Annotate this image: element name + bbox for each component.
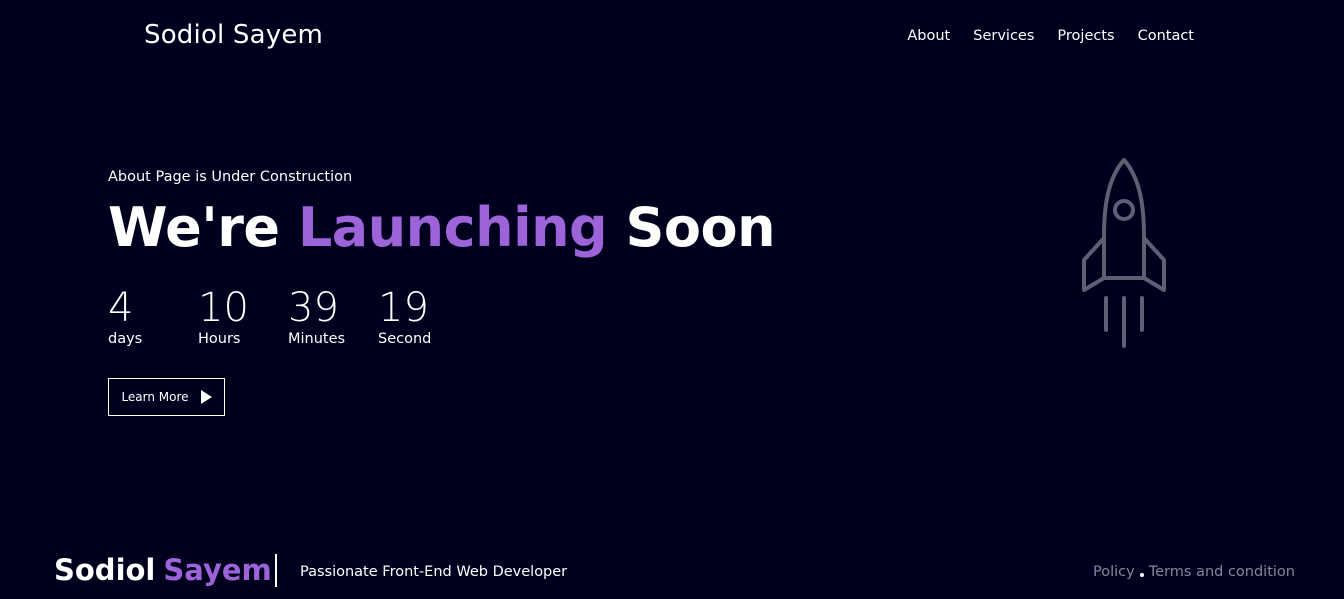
terms-link[interactable]: Terms and condition [1149, 564, 1295, 580]
countdown-unit: Second [378, 331, 432, 347]
hero-headline: We're Launching Soon [108, 196, 776, 259]
countdown-days: 4 days [108, 286, 198, 347]
footer-tagline: Passionate Front-End Web Developer [300, 564, 568, 580]
countdown-seconds: 19 Second [378, 286, 468, 347]
site-brand[interactable]: Sodiol Sayem [144, 20, 323, 50]
countdown-unit: Hours [198, 331, 241, 347]
footer-links: Policy Terms and condition [1093, 564, 1295, 580]
countdown-minutes: 39 Minutes [288, 286, 378, 347]
learn-more-label: Learn More [121, 390, 189, 404]
footer-brand-accent: Sayem [163, 553, 272, 587]
countdown-value: 39 [288, 285, 339, 331]
nav-contact[interactable]: Contact [1138, 28, 1194, 44]
footer-brand-first: Sodiol [54, 553, 156, 587]
footer-brand-divider [274, 553, 277, 587]
headline-start: We're [108, 196, 280, 259]
rocket-icon [1082, 158, 1166, 348]
countdown: 4 days 10 Hours 39 Minutes 19 Second [108, 286, 468, 347]
construction-notice: About Page is Under Construction [108, 169, 353, 185]
headline-end: Soon [625, 196, 776, 259]
main-nav: About Services Projects Contact [907, 28, 1194, 44]
policy-link[interactable]: Policy [1093, 564, 1135, 580]
headline-accent: Launching [297, 196, 608, 259]
play-icon [200, 390, 212, 404]
countdown-unit: Minutes [288, 331, 346, 347]
nav-about[interactable]: About [907, 28, 950, 44]
countdown-unit: days [108, 331, 143, 347]
nav-projects[interactable]: Projects [1057, 28, 1114, 44]
countdown-value: 4 [108, 285, 134, 331]
footer-brand: Sodiol Sayem [54, 553, 277, 587]
nav-services[interactable]: Services [973, 28, 1034, 44]
separator-dot [1139, 573, 1144, 577]
countdown-value: 19 [378, 285, 429, 331]
learn-more-button[interactable]: Learn More [108, 378, 225, 416]
countdown-hours: 10 Hours [198, 286, 288, 347]
page: Sodiol Sayem About Services Projects Con… [0, 0, 1344, 599]
countdown-value: 10 [198, 285, 249, 331]
